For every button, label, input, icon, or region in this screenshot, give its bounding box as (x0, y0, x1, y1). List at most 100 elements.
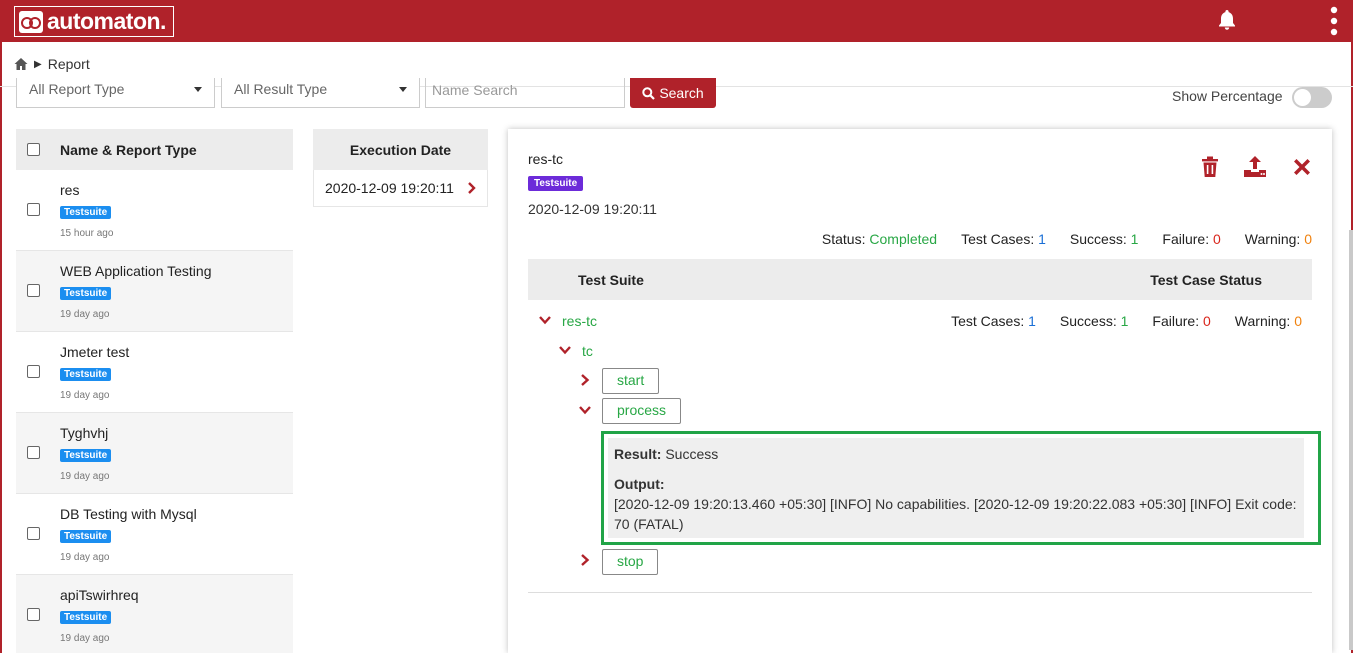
report-name: apiTswirhreq (60, 587, 139, 603)
result-value: Success (665, 446, 719, 462)
notification-bell-icon[interactable] (1215, 8, 1239, 32)
chevron-down-icon[interactable] (559, 344, 571, 356)
show-percentage-toggle[interactable] (1292, 87, 1332, 108)
logo-text: automaton. (47, 8, 166, 34)
execution-date-header: Execution Date (313, 129, 488, 170)
report-time-ago: 19 day ago (60, 633, 110, 644)
page-scrollbar[interactable] (1349, 230, 1353, 650)
search-button-label: Search (659, 85, 704, 101)
suite-warning: Warning: 0 (1235, 313, 1302, 329)
report-checkbox[interactable] (27, 284, 40, 297)
success-label: Success: (1069, 231, 1127, 247)
step-result-box: Result: Success Output: [2020-12-09 19:2… (601, 431, 1321, 545)
warning-summary: Warning: 0 (1245, 231, 1312, 247)
execution-date-column: Execution Date 2020-12-09 19:20:11 (313, 129, 488, 207)
app-logo[interactable]: automaton. (14, 6, 174, 37)
output-label: Output: (614, 476, 665, 492)
report-type-badge: Testsuite (60, 530, 112, 543)
execution-date-row[interactable]: 2020-12-09 19:20:11 (313, 170, 488, 207)
report-list-header-label: Name & Report Type (60, 141, 197, 158)
suite-table-header: Test Suite Test Case Status (528, 259, 1312, 300)
tree-suite-name[interactable]: res-tc (562, 313, 597, 329)
chevron-right-icon[interactable] (579, 374, 591, 386)
failure-label: Failure: (1162, 231, 1210, 247)
failure-value: 0 (1213, 231, 1221, 247)
report-time-ago: 19 day ago (60, 390, 110, 401)
detail-title: res-tc (528, 151, 563, 167)
report-list: Name & Report Type res Testsuite 15 hour… (16, 129, 293, 653)
report-item[interactable]: Tyghvhj Testsuite 19 day ago (16, 413, 293, 494)
report-item[interactable]: res Testsuite 15 hour ago (16, 170, 293, 251)
result-type-select[interactable]: All Result Type (221, 78, 420, 108)
suite-failure-label: Failure: (1152, 313, 1200, 329)
suite-stats: Test Cases: 1 Success: 1 Failure: 0 Warn… (951, 313, 1302, 329)
report-time-ago: 19 day ago (60, 552, 110, 563)
report-name: Jmeter test (60, 344, 130, 360)
more-menu-icon[interactable] (1328, 6, 1340, 36)
report-time-ago: 19 day ago (60, 309, 110, 320)
chevron-down-icon[interactable] (579, 404, 591, 416)
chevron-down-icon[interactable] (539, 314, 551, 326)
close-icon[interactable] (1290, 155, 1314, 179)
test-cases-label: Test Cases: (961, 231, 1035, 247)
report-item[interactable]: Jmeter test Testsuite 19 day ago (16, 332, 293, 413)
report-checkbox[interactable] (27, 446, 40, 459)
result-line: Result: Success (614, 444, 1298, 464)
report-list-header: Name & Report Type (16, 129, 293, 170)
report-item[interactable]: DB Testing with Mysql Testsuite 19 day a… (16, 494, 293, 575)
report-checkbox[interactable] (27, 365, 40, 378)
breadcrumb-separator-icon: ▶ (34, 58, 42, 70)
result-label: Result: (614, 446, 662, 462)
test-case-status-header: Test Case Status (1150, 272, 1262, 288)
step-start-button[interactable]: start (602, 368, 660, 394)
step-process-button[interactable]: process (602, 398, 682, 424)
success-summary: Success: 1 (1070, 231, 1139, 247)
report-type-value: All Report Type (29, 81, 125, 97)
suite-success-label: Success: (1059, 313, 1117, 329)
search-button[interactable]: Search (630, 78, 716, 108)
step-stop-button[interactable]: stop (602, 549, 659, 575)
detail-type-badge: Testsuite (528, 176, 584, 191)
report-item[interactable]: apiTswirhreq Testsuite 19 day ago (16, 575, 293, 653)
divider (528, 592, 1312, 593)
report-checkbox[interactable] (27, 203, 40, 216)
report-type-badge: Testsuite (60, 368, 112, 381)
step-result-content: Result: Success Output: [2020-12-09 19:2… (608, 438, 1304, 538)
caret-down-icon (194, 87, 202, 92)
search-icon (642, 86, 656, 100)
report-name: Tyghvhj (60, 425, 109, 441)
breadcrumb: ▶ Report (14, 52, 90, 76)
suite-test-cases-label: Test Cases: (951, 313, 1025, 329)
test-cases-value: 1 (1038, 231, 1046, 247)
report-time-ago: 15 hour ago (60, 228, 114, 239)
test-cases-summary: Test Cases: 1 (961, 231, 1046, 247)
top-navbar: automaton. (0, 0, 1353, 42)
detail-date: 2020-12-09 19:20:11 (528, 201, 657, 217)
tree-case-name[interactable]: tc (582, 343, 593, 359)
suite-warning-value: 0 (1294, 313, 1302, 329)
result-type-value: All Result Type (234, 81, 328, 97)
report-checkbox[interactable] (27, 608, 40, 621)
failure-summary: Failure: 0 (1162, 231, 1220, 247)
home-icon[interactable] (14, 57, 28, 71)
chevron-right-icon (468, 182, 476, 194)
report-detail-panel: res-tc Testsuite 2020-12-09 19:20:11 Sta… (508, 129, 1332, 653)
breadcrumb-current: Report (47, 56, 90, 72)
report-checkbox[interactable] (27, 527, 40, 540)
suite-success: Success: 1 (1060, 313, 1129, 329)
execution-summary: Status: Completed Test Cases: 1 Success:… (822, 231, 1312, 247)
report-item[interactable]: WEB Application Testing Testsuite 19 day… (16, 251, 293, 332)
name-search-input[interactable]: Name Search (425, 78, 625, 108)
report-name: DB Testing with Mysql (60, 506, 197, 522)
suite-test-cases: Test Cases: 1 (951, 313, 1036, 329)
warning-value: 0 (1304, 231, 1312, 247)
warning-label: Warning: (1244, 231, 1301, 247)
suite-test-cases-value: 1 (1028, 313, 1036, 329)
chevron-right-icon[interactable] (579, 554, 591, 566)
select-all-checkbox[interactable] (27, 143, 40, 156)
report-type-select[interactable]: All Report Type (16, 78, 215, 108)
delete-icon[interactable] (1198, 155, 1222, 179)
robot-logo-icon (19, 10, 43, 33)
export-upload-icon[interactable] (1243, 155, 1267, 179)
execution-date-value: 2020-12-09 19:20:11 (325, 180, 454, 196)
